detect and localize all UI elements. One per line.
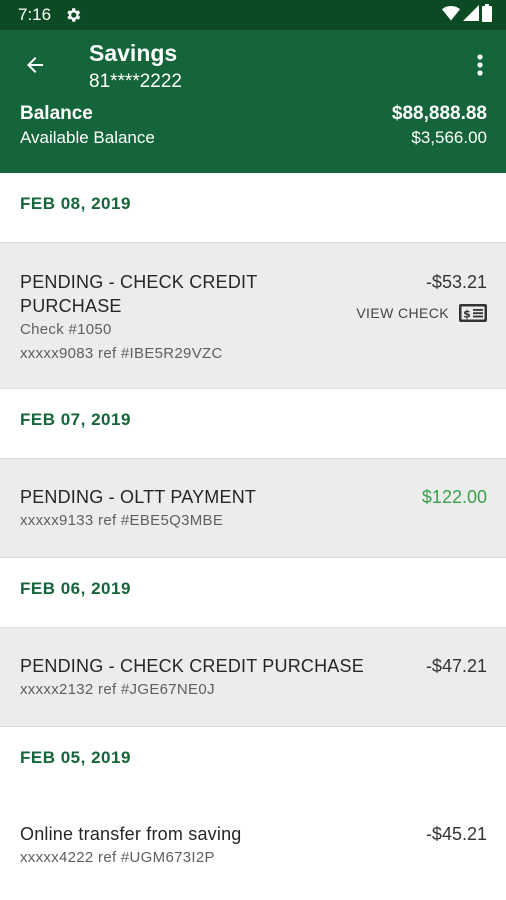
transaction-row[interactable]: Online transfer from saving xxxxx4222 re… bbox=[0, 796, 506, 894]
date-header: FEB 06, 2019 bbox=[0, 558, 506, 627]
battery-icon bbox=[482, 3, 492, 27]
view-check-label: VIEW CHECK bbox=[356, 305, 449, 321]
transaction-reference: xxxxx9083 ref #IBE5R29VZC bbox=[20, 345, 223, 362]
transaction-list: FEB 08, 2019 PENDING - CHECK CREDIT PURC… bbox=[0, 173, 506, 894]
account-number: 81****2222 bbox=[89, 71, 182, 92]
date-header: FEB 07, 2019 bbox=[0, 389, 506, 458]
signal-icon bbox=[463, 4, 479, 26]
view-check-button[interactable]: VIEW CHECK $ bbox=[356, 304, 487, 322]
balance-label: Balance bbox=[20, 103, 93, 124]
account-header: Savings 81****2222 Balance $88,888.88 Av… bbox=[0, 30, 506, 173]
check-number: Check #1050 bbox=[20, 321, 112, 338]
status-time: 7:16 bbox=[18, 5, 52, 24]
svg-text:$: $ bbox=[463, 308, 471, 321]
transaction-description: PENDING - OLTT PAYMENT bbox=[20, 487, 257, 507]
date-header: FEB 05, 2019 bbox=[0, 727, 506, 796]
transaction-row[interactable]: PENDING - CHECK CREDIT PURCHASE xxxxx213… bbox=[0, 627, 506, 727]
transaction-reference: xxxxx4222 ref #UGM673I2P bbox=[20, 849, 215, 866]
date-header: FEB 08, 2019 bbox=[0, 173, 506, 242]
transaction-amount: $122.00 bbox=[421, 487, 487, 507]
transaction-reference: xxxxx2132 ref #JGE67NE0J bbox=[20, 681, 215, 698]
date-label: FEB 06, 2019 bbox=[20, 579, 131, 598]
date-label: FEB 07, 2019 bbox=[20, 410, 131, 429]
wifi-icon bbox=[442, 5, 460, 26]
arrow-left-icon bbox=[27, 57, 43, 73]
balance-value: $88,888.88 bbox=[391, 103, 487, 124]
available-balance-value: $3,566.00 bbox=[411, 128, 487, 147]
transaction-row[interactable]: PENDING - OLTT PAYMENT xxxxx9133 ref #EB… bbox=[0, 458, 506, 558]
transaction-amount: -$53.21 bbox=[425, 272, 487, 292]
available-balance-label: Available Balance bbox=[20, 128, 155, 147]
more-options-button[interactable] bbox=[468, 50, 492, 80]
back-button[interactable] bbox=[16, 49, 54, 81]
check-image-icon: $ bbox=[459, 304, 487, 322]
transaction-description-continued: PURCHASE bbox=[20, 296, 122, 316]
more-vert-icon bbox=[477, 54, 483, 76]
gear-icon bbox=[64, 6, 82, 24]
transaction-amount: -$47.21 bbox=[425, 656, 487, 676]
date-label: FEB 05, 2019 bbox=[20, 748, 131, 767]
account-title: Savings bbox=[89, 40, 178, 66]
transaction-row[interactable]: PENDING - CHECK CREDIT PURCHASE Check #1… bbox=[0, 242, 506, 389]
transaction-reference: xxxxx9133 ref #EBE5Q3MBE bbox=[20, 512, 224, 529]
transaction-description: Online transfer from saving bbox=[20, 824, 242, 844]
transaction-description: PENDING - CHECK CREDIT PURCHASE bbox=[20, 656, 364, 676]
transaction-amount: -$45.21 bbox=[425, 824, 487, 844]
transaction-description: PENDING - CHECK CREDIT bbox=[20, 272, 258, 292]
date-label: FEB 08, 2019 bbox=[20, 194, 131, 213]
status-bar: 7:16 bbox=[0, 0, 506, 30]
